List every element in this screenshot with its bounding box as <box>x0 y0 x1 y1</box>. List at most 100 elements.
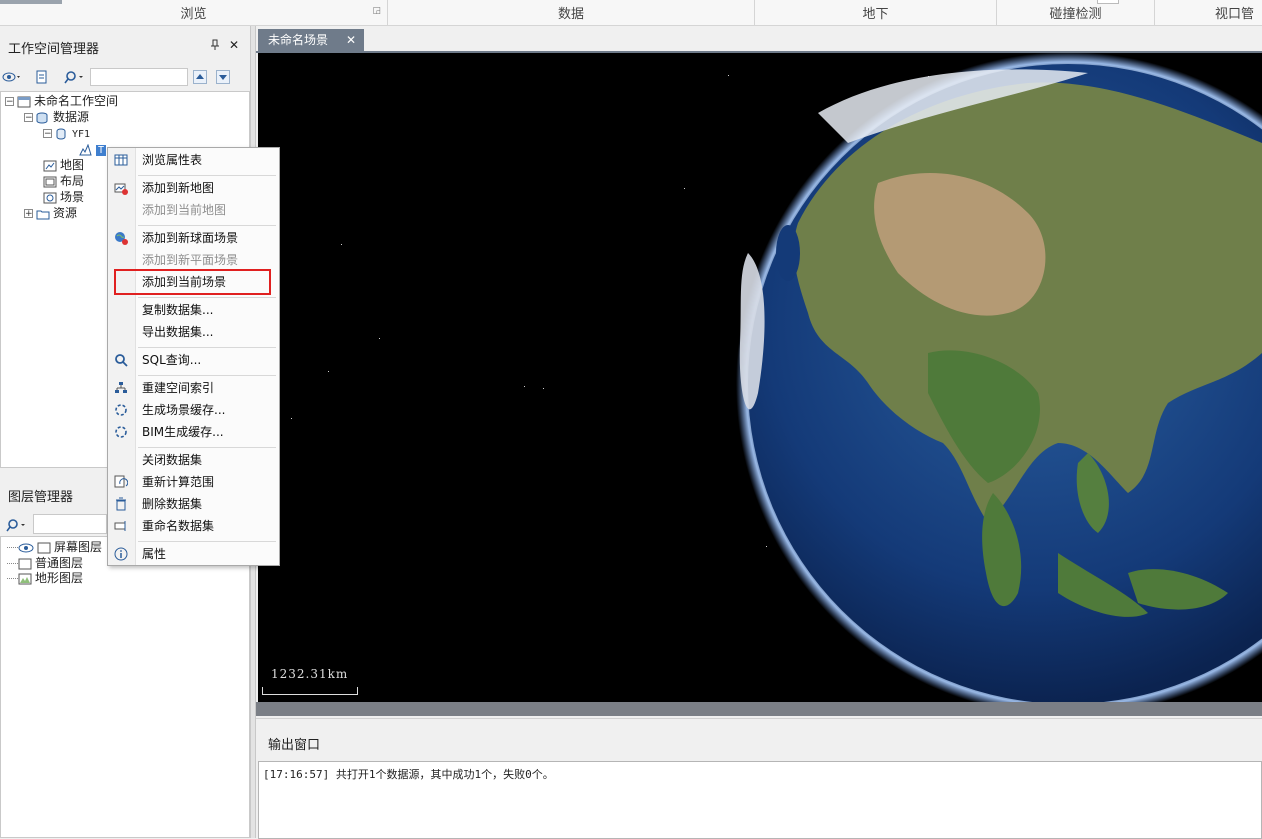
menu-item-add-to-current-map[interactable]: 添加到当前地图 <box>108 199 312 221</box>
layer-item-normal[interactable]: 普通图层 <box>7 555 83 571</box>
menu-item-browse-attributes[interactable]: 浏览属性表 <box>108 149 312 171</box>
tree-node-dataset[interactable]: T <box>79 141 107 157</box>
tree-node-datasources[interactable]: − 数据源 <box>24 109 89 125</box>
layer-item-label: 屏幕图层 <box>54 540 103 554</box>
database-icon <box>56 128 66 139</box>
search-dropdown-button[interactable] <box>62 68 88 86</box>
ribbon-group-browse: 浏览 ◲ <box>0 0 388 26</box>
tree-node-layouts-label: 布局 <box>60 174 85 188</box>
menu-item-properties[interactable]: 属性 <box>108 543 312 565</box>
rename-icon <box>114 521 126 531</box>
open-file-button[interactable] <box>33 68 51 86</box>
tree-node-scenes-label: 场景 <box>60 190 85 204</box>
menu-separator <box>138 541 276 542</box>
view-options-button[interactable] <box>0 68 24 86</box>
tree-node-scenes[interactable]: 场景 <box>43 189 84 205</box>
tree-node-maps[interactable]: 地图 <box>43 157 84 173</box>
ribbon-group-data: 数据 <box>388 0 755 26</box>
expand-icon[interactable]: + <box>24 209 33 219</box>
cache-icon <box>115 426 127 438</box>
menu-item-delete-dataset[interactable]: 删除数据集 <box>108 493 312 515</box>
tab-scene-label: 未命名场景 <box>268 33 329 47</box>
move-up-button[interactable] <box>193 70 207 84</box>
search-icon <box>6 519 25 532</box>
menu-item-add-to-new-map[interactable]: 添加到新地图 <box>108 177 312 199</box>
dataset-context-menu: 浏览属性表 添加到新地图 添加到当前地图 添加到新球面场景 添加到新平面场景 添… <box>107 147 280 566</box>
menu-item-sql-query[interactable]: SQL查询... <box>108 349 312 371</box>
menu-item-label: BIM生成缓存... <box>142 425 224 439</box>
document-icon <box>36 70 47 84</box>
search-icon <box>115 354 128 367</box>
menu-separator <box>138 347 276 348</box>
recalc-icon <box>114 475 128 488</box>
pin-icon[interactable] <box>210 39 220 54</box>
menu-item-label: 生成场景缓存... <box>142 403 226 417</box>
menu-item-label: 浏览属性表 <box>142 153 203 167</box>
close-icon[interactable]: ✕ <box>346 29 356 51</box>
collapse-icon[interactable]: − <box>24 113 33 123</box>
eye-icon <box>2 72 20 82</box>
ribbon-group-collision: 碰撞检测 <box>997 0 1155 26</box>
document-tab-strip: 未命名场景 ✕ <box>256 27 1262 51</box>
menu-item-label: 重新计算范围 <box>142 475 215 489</box>
collapse-icon[interactable]: − <box>5 97 14 107</box>
tree-node-workspace-label: 未命名工作空间 <box>34 94 119 108</box>
layer-item-label: 普通图层 <box>35 556 84 570</box>
layer-item-screen[interactable]: 屏幕图层 <box>7 539 102 555</box>
menu-item-label: 添加到新平面场景 <box>142 253 239 267</box>
scene-viewport[interactable]: 1232.31km <box>258 53 1262 702</box>
add-map-icon <box>114 183 128 195</box>
ribbon-group-underground: 地下 <box>755 0 997 26</box>
tree-node-resources[interactable]: + 资源 <box>24 205 77 221</box>
workspace-panel-title: 工作空间管理器 <box>8 42 100 57</box>
menu-item-rebuild-spatial-index[interactable]: 重建空间索引 <box>108 377 312 399</box>
arrow-up-icon <box>196 74 204 79</box>
globe-add-icon <box>115 232 128 245</box>
menu-item-label: 导出数据集... <box>142 325 214 339</box>
menu-item-label: 重命名数据集 <box>142 519 215 533</box>
menu-item-copy-dataset[interactable]: 复制数据集... <box>108 299 312 321</box>
layer-search-input[interactable] <box>33 514 107 534</box>
cache-icon <box>115 404 127 416</box>
menu-separator <box>138 225 276 226</box>
menu-item-add-to-new-flat-scene[interactable]: 添加到新平面场景 <box>108 249 312 271</box>
trash-icon <box>116 497 126 511</box>
scene-icon <box>43 192 57 203</box>
info-icon <box>114 547 128 561</box>
tab-scene[interactable]: 未命名场景 ✕ <box>258 29 364 51</box>
collapse-icon[interactable]: − <box>43 129 52 139</box>
layer-search-dropdown-button[interactable] <box>4 516 30 534</box>
attribute-table-icon <box>114 154 128 166</box>
menu-item-generate-scene-cache[interactable]: 生成场景缓存... <box>108 399 312 421</box>
terrain-layer-icon <box>18 573 32 584</box>
ribbon-group-viewport: 视口管理 <box>1155 0 1262 52</box>
workspace-search-input[interactable] <box>90 68 188 86</box>
menu-separator <box>138 175 276 176</box>
menu-item-label: 关闭数据集 <box>142 453 203 467</box>
menu-item-close-dataset[interactable]: 关闭数据集 <box>108 449 312 471</box>
highlight-annotation <box>114 269 271 295</box>
menu-item-add-to-new-globe-scene[interactable]: 添加到新球面场景 <box>108 227 312 249</box>
close-icon[interactable]: ✕ <box>229 38 239 52</box>
map-icon <box>43 160 57 171</box>
ribbon-group-browse-label: 浏览 <box>180 7 207 22</box>
menu-item-bim-cache[interactable]: BIM生成缓存... <box>108 421 312 443</box>
menu-separator <box>138 297 276 298</box>
dialog-launcher-icon[interactable]: ◲ <box>372 4 381 18</box>
ribbon-group-bar: 浏览 ◲ 数据 地下 碰撞检测 视口管理 <box>0 0 1262 52</box>
tree-node-layouts[interactable]: 布局 <box>43 173 84 189</box>
menu-item-export-dataset[interactable]: 导出数据集... <box>108 321 312 343</box>
layer-item-terrain[interactable]: 地形图层 <box>7 570 83 586</box>
menu-item-recalculate-extent[interactable]: 重新计算范围 <box>108 471 312 493</box>
ribbon-control-stub[interactable] <box>1097 0 1119 4</box>
menu-separator <box>138 375 276 376</box>
move-down-button[interactable] <box>216 70 230 84</box>
menu-item-rename-dataset[interactable]: 重命名数据集 <box>108 515 312 537</box>
scale-label: 1232.31km <box>271 667 349 681</box>
menu-item-label: 添加到当前地图 <box>142 203 227 217</box>
tree-node-datasource-yf1[interactable]: − YF1 <box>43 125 90 141</box>
tree-node-workspace[interactable]: − 未命名工作空间 <box>5 93 118 109</box>
output-window-title: 输出窗口 <box>268 738 321 753</box>
visible-eye-icon[interactable] <box>18 542 34 554</box>
layer-panel-title: 图层管理器 <box>8 490 74 505</box>
